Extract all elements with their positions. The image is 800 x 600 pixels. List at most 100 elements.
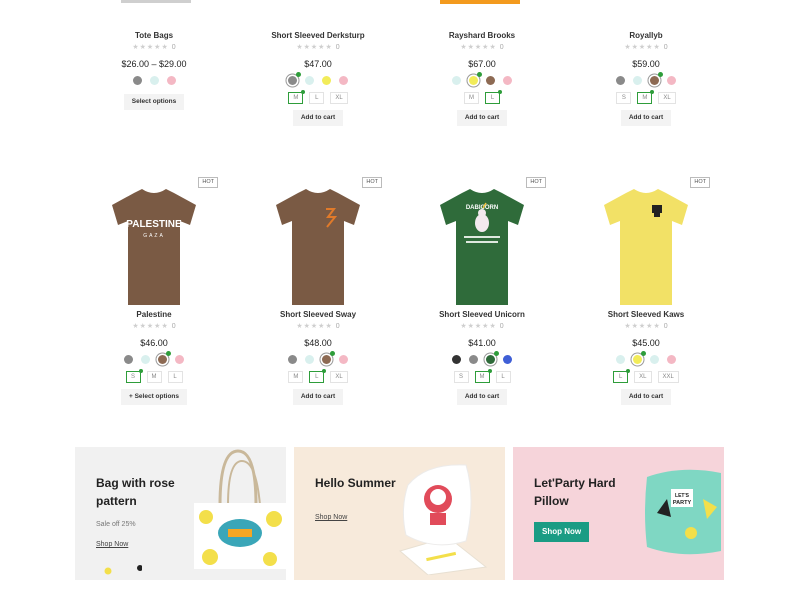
- product-name[interactable]: Tote Bags: [72, 30, 236, 41]
- size-option[interactable]: S: [453, 371, 469, 383]
- size-option[interactable]: M: [637, 90, 655, 104]
- color-swatch[interactable]: [503, 355, 512, 364]
- product-image[interactable]: HOT PALESTINE GAZA: [72, 173, 236, 309]
- color-swatch[interactable]: [650, 72, 663, 85]
- color-swatch[interactable]: [166, 76, 176, 85]
- tshirt-body: [604, 189, 688, 305]
- add-to-cart-button[interactable]: Add to cart: [620, 389, 672, 405]
- size-option[interactable]: XL: [330, 92, 348, 104]
- size-option[interactable]: M: [146, 371, 162, 383]
- select-options-button[interactable]: Select options: [123, 94, 185, 110]
- size-option[interactable]: M: [474, 369, 492, 383]
- size-options: SML: [72, 369, 236, 383]
- color-swatch[interactable]: [650, 355, 659, 364]
- color-swatch[interactable]: [322, 351, 335, 364]
- product-name[interactable]: Palestine: [72, 309, 236, 320]
- color-swatches: [400, 72, 564, 88]
- shop-now-link[interactable]: Shop Now: [96, 541, 128, 548]
- color-swatch[interactable]: [469, 355, 478, 364]
- size-option[interactable]: L: [309, 369, 327, 383]
- size-option[interactable]: XL: [330, 371, 348, 383]
- color-swatch[interactable]: [616, 355, 625, 364]
- color-swatch[interactable]: [149, 76, 159, 85]
- product-card[interactable]: HOT PALESTINE GAZA Palestine ★★★★★ 0 $46.…: [72, 177, 236, 405]
- product-name[interactable]: Short Sleeved Sway: [236, 309, 400, 320]
- color-swatch[interactable]: [124, 355, 133, 364]
- product-image[interactable]: HOT DABICORN: [400, 173, 564, 309]
- product-name[interactable]: Short Sleeved Unicorn: [400, 309, 564, 320]
- color-swatch[interactable]: [175, 355, 184, 364]
- color-swatch[interactable]: [305, 76, 314, 85]
- product-name[interactable]: Royallyb: [564, 30, 728, 41]
- size-option[interactable]: L: [167, 371, 183, 383]
- color-swatch[interactable]: [288, 355, 297, 364]
- size-option[interactable]: L: [485, 90, 502, 104]
- product-card[interactable]: Short Sleeved Derksturp ★★★★★ 0 $47.00 ML…: [236, 30, 400, 126]
- product-image[interactable]: HOT: [236, 173, 400, 309]
- color-swatch[interactable]: [486, 76, 495, 85]
- add-to-cart-button[interactable]: Add to cart: [456, 389, 508, 405]
- promo-banner-pillow[interactable]: Let'Party Hard Pillow Shop Now LET'S PAR…: [513, 447, 724, 580]
- color-swatch[interactable]: [339, 355, 348, 364]
- color-swatch[interactable]: [452, 355, 461, 364]
- product-card[interactable]: HOT DABICORN Short Sleeved Unicorn ★★★★★…: [400, 177, 564, 405]
- shop-now-link[interactable]: Shop Now: [315, 514, 347, 521]
- color-swatch[interactable]: [616, 76, 625, 85]
- hot-badge: HOT: [362, 177, 382, 188]
- select-options-button[interactable]: + Select options: [120, 389, 188, 405]
- product-row-1: Tote Bags ★★★★★ 0 $26.00 – $29.00 Select …: [72, 30, 728, 160]
- size-option[interactable]: M: [464, 92, 479, 104]
- size-option[interactable]: XL: [634, 371, 652, 383]
- color-swatch[interactable]: [322, 76, 331, 85]
- size-option[interactable]: XXL: [657, 371, 679, 383]
- product-name[interactable]: Short Sleeved Derksturp: [236, 30, 400, 41]
- add-to-cart-button[interactable]: Add to cart: [292, 110, 344, 126]
- product-name[interactable]: Short Sleeved Kaws: [564, 309, 728, 320]
- promo-banner-bag[interactable]: Bag with rose pattern Sale off 25% Shop …: [75, 447, 286, 580]
- color-swatch[interactable]: [452, 76, 461, 85]
- star-rating: ★★★★★ 0: [624, 323, 668, 330]
- size-option[interactable]: L: [613, 369, 631, 383]
- size-option[interactable]: L: [309, 92, 325, 104]
- shop-now-button[interactable]: Shop Now: [534, 522, 590, 542]
- hot-badge: HOT: [690, 177, 710, 188]
- size-option[interactable]: XL: [658, 92, 676, 104]
- add-to-cart-button[interactable]: Add to cart: [620, 110, 672, 126]
- color-swatch[interactable]: [486, 351, 499, 364]
- product-name[interactable]: Rayshard Brooks: [400, 30, 564, 41]
- color-swatch[interactable]: [667, 76, 676, 85]
- rating-count: 0: [499, 323, 504, 330]
- size-option[interactable]: M: [288, 90, 306, 104]
- hot-badge: HOT: [198, 177, 218, 188]
- color-swatch[interactable]: [132, 76, 142, 85]
- color-swatch[interactable]: [633, 76, 642, 85]
- rating-count: 0: [335, 323, 340, 330]
- product-card[interactable]: HOT Short Sleeved Kaws ★★★★★ 0 $45.00 L XL…: [564, 177, 728, 405]
- size-option[interactable]: M: [288, 371, 304, 383]
- rating-count: 0: [171, 323, 176, 330]
- color-swatch[interactable]: [633, 351, 646, 364]
- add-to-cart-button[interactable]: Add to cart: [456, 110, 508, 126]
- size-option[interactable]: S: [616, 92, 632, 104]
- add-to-cart-button[interactable]: Add to cart: [292, 389, 344, 405]
- product-card[interactable]: Tote Bags ★★★★★ 0 $26.00 – $29.00 Select …: [72, 30, 236, 110]
- color-swatch[interactable]: [141, 355, 150, 364]
- color-swatch[interactable]: [288, 72, 301, 85]
- promo-banner-summer[interactable]: Hello Summer Shop Now: [294, 447, 505, 580]
- color-swatch[interactable]: [305, 355, 314, 364]
- size-option[interactable]: L: [495, 371, 511, 383]
- size-option[interactable]: S: [125, 369, 143, 383]
- product-card[interactable]: Rayshard Brooks ★★★★★ 0 $67.00 ML Add to …: [400, 30, 564, 126]
- color-swatch[interactable]: [158, 351, 171, 364]
- color-swatch[interactable]: [469, 72, 482, 85]
- product-card[interactable]: Royallyb ★★★★★ 0 $59.00 S M XL Add to cart: [564, 30, 728, 126]
- color-swatch[interactable]: [667, 355, 676, 364]
- color-swatch[interactable]: [339, 76, 348, 85]
- size-options: L XL XXL: [564, 369, 728, 383]
- color-swatch[interactable]: [503, 76, 512, 85]
- product-image[interactable]: HOT: [564, 173, 728, 309]
- product-price: $41.00: [468, 338, 496, 348]
- star-rating: ★★★★★ 0: [296, 44, 340, 51]
- product-card[interactable]: HOT Short Sleeved Sway ★★★★★ 0 $48.00 MLX…: [236, 177, 400, 405]
- star-rating: ★★★★★ 0: [132, 323, 176, 330]
